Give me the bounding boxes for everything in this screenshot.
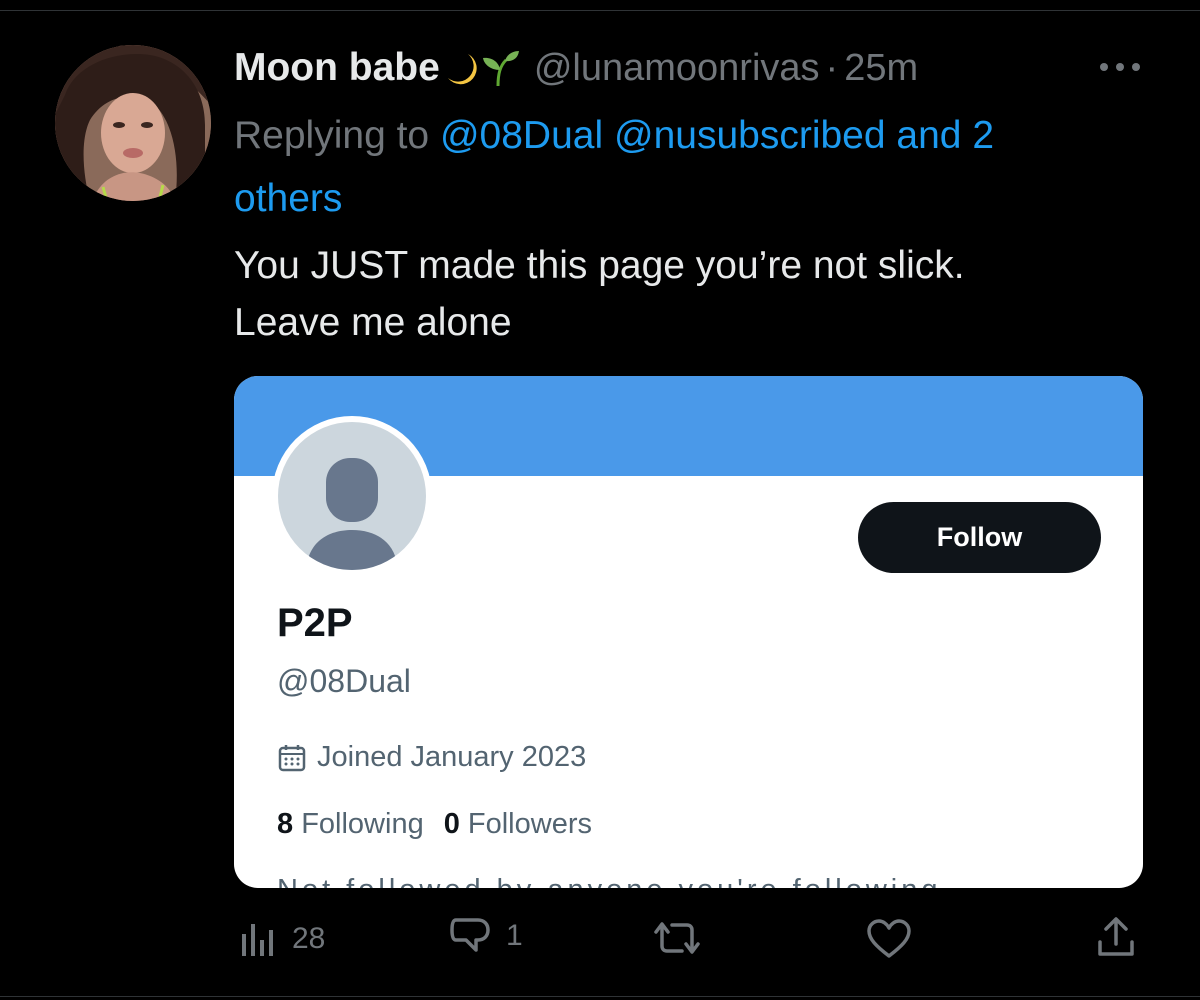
replying-to: Replying to @08Dual @nusubscribed and 2 …: [234, 104, 1134, 230]
followed-by-text: Not followed by anyone you're following: [277, 874, 942, 888]
author-display-name[interactable]: Moon babe: [234, 46, 440, 90]
replying-prefix: Replying to: [234, 114, 440, 157]
tweet-actions: 28 1: [0, 908, 1200, 968]
profile-handle: @08Dual: [277, 663, 411, 699]
profile-stats: 8 Following 0 Followers: [277, 808, 592, 841]
replying-connector: and: [885, 114, 973, 157]
joined-date: Joined January 2023: [277, 741, 586, 774]
profile-name: P2P: [277, 601, 353, 645]
following-label: Following: [293, 808, 424, 840]
tweet-text-line: Leave me alone: [234, 301, 512, 344]
followers-count: 0: [443, 808, 460, 840]
author-avatar[interactable]: [55, 45, 211, 201]
calendar-icon: [278, 744, 306, 771]
mention-nusubscribed[interactable]: @nusubscribed: [614, 114, 886, 157]
retweet-icon: [654, 922, 700, 954]
author-handle[interactable]: @lunamoonrivas: [534, 47, 820, 90]
top-divider: [0, 10, 1200, 11]
more-options-icon[interactable]: [1098, 60, 1142, 74]
share-action[interactable]: [1096, 916, 1136, 960]
views-action[interactable]: 28: [240, 920, 325, 958]
retweet-action[interactable]: [650, 918, 704, 958]
others-link[interactable]: others: [234, 177, 342, 220]
profile-avatar: [272, 416, 432, 576]
mention-08dual[interactable]: @08Dual: [440, 114, 603, 157]
attached-profile-image[interactable]: Follow P2P @08Dual Joined January 2023 8…: [234, 376, 1143, 888]
others-count[interactable]: 2: [972, 114, 994, 157]
tweet-text-line: You JUST made this page you’re not slick…: [234, 244, 965, 287]
like-action[interactable]: [866, 918, 912, 960]
share-icon: [1098, 917, 1134, 956]
header-separator: ·: [825, 46, 839, 89]
followers-stat[interactable]: 0 Followers: [444, 808, 592, 840]
views-icon: [242, 924, 273, 956]
following-count: 8: [277, 808, 294, 840]
views-count: 28: [292, 922, 326, 955]
heart-icon: [867, 919, 911, 958]
avatar-photo: [55, 45, 211, 201]
followers-label: Followers: [459, 808, 592, 840]
reply-icon: [450, 918, 490, 952]
crescent-moon-icon: [447, 54, 477, 85]
seedling-icon: [482, 51, 519, 87]
joined-text: Joined January 2023: [317, 741, 587, 773]
replies-count: 1: [506, 919, 523, 952]
tweet-text: You JUST made this page you’re not slick…: [234, 237, 1134, 351]
default-avatar-icon: [278, 422, 426, 570]
bottom-divider: [0, 996, 1200, 997]
tweet-timestamp[interactable]: 25m: [844, 47, 918, 90]
reply-action[interactable]: 1: [448, 916, 523, 956]
following-stat[interactable]: 8 Following: [277, 808, 424, 840]
follow-button[interactable]: Follow: [858, 502, 1101, 573]
tweet-header: Moon babe @lunamoonrivas · 25m: [234, 44, 1134, 92]
